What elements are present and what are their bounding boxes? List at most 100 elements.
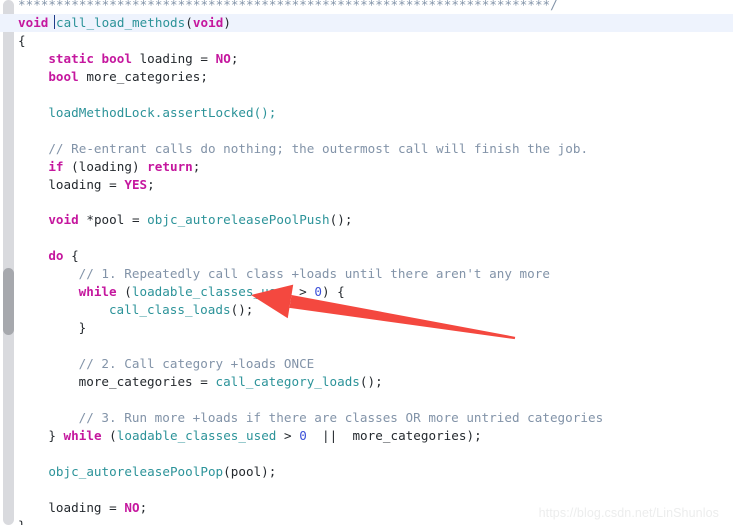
watermark-text: https://blog.csdn.net/LinShunlos (538, 506, 719, 520)
code-line[interactable]: more_categories = call_category_loads(); (0, 373, 733, 391)
code-line-text: static bool loading = NO; (0, 50, 238, 68)
code-token-pl: ) { (321, 284, 345, 300)
code-line[interactable]: do { (0, 247, 733, 265)
code-token-pl: ; (139, 499, 148, 515)
code-token-pl: } (18, 518, 26, 525)
code-token-pl: { (18, 32, 26, 48)
code-line[interactable]: { (0, 32, 733, 50)
code-line[interactable] (0, 193, 733, 211)
code-line[interactable]: void call_load_methods(void) (0, 13, 733, 32)
code-token-fn: (); (253, 104, 277, 120)
code-line[interactable] (0, 391, 733, 409)
code-line-text: bool more_categories; (0, 68, 208, 86)
code-line-text: // 3. Run more +loads if there are class… (0, 409, 604, 427)
code-line[interactable]: if (loading) return; (0, 158, 733, 176)
code-line[interactable] (0, 86, 733, 104)
code-token-pl: { (63, 248, 79, 264)
code-token-pl: (loading) (63, 158, 148, 174)
code-token-kw: while (78, 284, 117, 300)
code-token-pl: *pool = (78, 212, 148, 228)
code-token-cmt: // Re-entrant calls do nothing; the oute… (48, 140, 589, 156)
code-line-text: loadMethodLock.assertLocked(); (0, 104, 276, 122)
code-line[interactable]: } while (loadable_classes_used > 0 || mo… (0, 427, 733, 445)
code-line-text: } (0, 319, 87, 337)
code-token-fn: call_category_loads (215, 373, 360, 389)
code-line[interactable]: ****************************************… (0, 0, 733, 14)
code-token-pl: (pool); (223, 463, 277, 479)
code-line[interactable]: // 2. Call category +loads ONCE (0, 355, 733, 373)
code-line-text: } (0, 517, 26, 525)
code-token-kw: if (48, 158, 64, 174)
code-token-fn: call_load_methods (56, 14, 186, 30)
code-line-text: loading = NO; (0, 499, 147, 517)
code-token-kw: bool (48, 68, 79, 84)
code-line[interactable] (0, 337, 733, 355)
code-line-text: void call_load_methods(void) (0, 14, 231, 32)
code-token-pl: > (291, 284, 315, 300)
code-token-kw: while (63, 427, 102, 443)
code-token-pl: ; (147, 176, 155, 192)
code-line[interactable]: void *pool = objc_autoreleasePoolPush(); (0, 211, 733, 229)
text-caret (54, 15, 55, 29)
code-token-kw: return (147, 158, 193, 174)
code-token-pl: || more_categories); (306, 427, 482, 443)
code-line[interactable]: objc_autoreleasePoolPop(pool); (0, 463, 733, 481)
code-token-fn: call_class_loads (108, 302, 231, 318)
code-line[interactable]: // Re-entrant calls do nothing; the oute… (0, 140, 733, 158)
code-token-pl: loading = (48, 499, 125, 515)
code-token-fn: loadable_classes_used (131, 284, 292, 300)
code-line[interactable]: bool more_categories; (0, 68, 733, 86)
code-token-kw: NO (124, 499, 140, 515)
code-token-kw: void (192, 14, 224, 30)
code-line[interactable] (0, 122, 733, 140)
code-token-pl: (); (329, 212, 353, 228)
code-token-pl: loading = (48, 176, 125, 192)
code-token-fn: objc_autoreleasePoolPop (48, 463, 224, 479)
code-content[interactable]: ****************************************… (0, 0, 733, 525)
code-line-text: loading = YES; (0, 176, 155, 194)
code-line[interactable]: loadMethodLock.assertLocked(); (0, 104, 733, 122)
code-line[interactable]: static bool loading = NO; (0, 50, 733, 68)
code-token-pl: } (48, 427, 64, 443)
code-line-text: void *pool = objc_autoreleasePoolPush(); (0, 211, 352, 229)
code-line[interactable] (0, 481, 733, 499)
code-token-cmt: // 1. Repeatedly call class +loads until… (78, 266, 550, 282)
code-line-text: do { (0, 247, 79, 265)
code-line[interactable]: // 3. Run more +loads if there are class… (0, 409, 733, 427)
code-line[interactable]: loading = YES; (0, 176, 733, 194)
code-token-kw: do (48, 248, 64, 264)
code-line-text: ****************************************… (0, 0, 558, 14)
code-token-kw: void (48, 212, 79, 228)
code-line-text: call_class_loads(); (0, 301, 253, 319)
code-token-pl: ; (230, 50, 239, 66)
code-token-cmt: // 3. Run more +loads if there are class… (78, 409, 604, 425)
code-line-text: if (loading) return; (0, 158, 200, 176)
code-line[interactable] (0, 229, 733, 247)
code-line[interactable]: while (loadable_classes_used > 0) { (0, 283, 733, 301)
code-token-pl: more_categories = (78, 373, 216, 389)
code-token-pl: ( (185, 14, 193, 30)
code-line-text: } while (loadable_classes_used > 0 || mo… (0, 427, 482, 445)
code-line-text: // 1. Repeatedly call class +loads until… (0, 265, 550, 283)
code-editor[interactable]: ****************************************… (0, 0, 733, 525)
code-line-text: objc_autoreleasePoolPop(pool); (0, 463, 276, 481)
code-line[interactable]: // 1. Repeatedly call class +loads until… (0, 265, 733, 283)
code-line[interactable]: } (0, 319, 733, 337)
code-token-fn: objc_autoreleasePoolPush (147, 212, 330, 228)
code-token-num: 0 (299, 427, 307, 443)
code-token-kw: NO (215, 50, 231, 66)
code-token-pl: (); (230, 302, 254, 318)
code-token-pl: > (276, 427, 300, 443)
code-token-num: 0 (314, 284, 322, 300)
code-line-text: while (loadable_classes_used > 0) { (0, 283, 345, 301)
code-token-kw: bool (101, 50, 132, 66)
code-token-fn: loadable_classes_used (116, 427, 277, 443)
code-token-pl: more_categories; (78, 68, 208, 84)
code-token-kw: YES (124, 176, 148, 192)
code-token-pl: ( (101, 427, 117, 443)
code-line[interactable] (0, 445, 733, 463)
code-line[interactable]: call_class_loads(); (0, 301, 733, 319)
code-line-text: more_categories = call_category_loads(); (0, 373, 383, 391)
code-token-kw: void (18, 14, 49, 30)
